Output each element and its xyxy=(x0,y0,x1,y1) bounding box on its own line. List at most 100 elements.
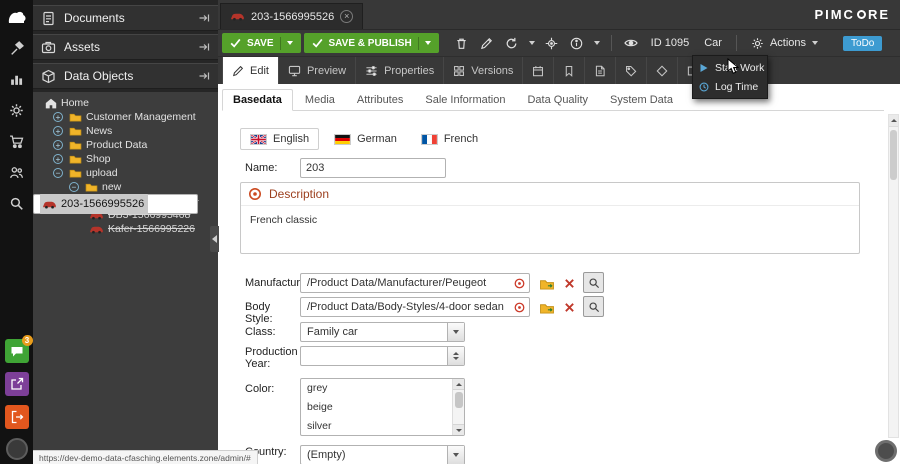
expand-icon[interactable]: + xyxy=(53,126,63,136)
color-option-grey[interactable]: grey xyxy=(301,379,464,398)
rename-button[interactable] xyxy=(476,33,498,53)
color-multiselect[interactable]: grey beige silver xyxy=(300,378,465,436)
manufacturer-open-button[interactable] xyxy=(536,273,557,294)
collapse-icon[interactable]: − xyxy=(69,182,79,192)
select-caret[interactable] xyxy=(447,323,464,341)
tree-item-product-data[interactable]: + Product Data xyxy=(33,138,218,152)
rail-bottom-logo[interactable] xyxy=(6,438,28,460)
settings-gear-icon[interactable] xyxy=(6,99,28,121)
tree-item-upload[interactable]: − upload xyxy=(33,166,218,180)
corner-widget-button[interactable] xyxy=(875,440,897,462)
tab-basedata[interactable]: Basedata xyxy=(222,89,293,111)
select-caret[interactable] xyxy=(447,446,464,464)
tab-bookmarks[interactable] xyxy=(554,57,585,84)
customers-icon[interactable] xyxy=(6,161,28,183)
tab-data-quality[interactable]: Data Quality xyxy=(517,90,598,110)
tab-sale-information[interactable]: Sale Information xyxy=(415,90,515,110)
expand-icon[interactable]: + xyxy=(53,112,63,122)
open-preview-eye-icon[interactable] xyxy=(620,33,642,53)
reload-dropdown-caret[interactable] xyxy=(526,33,538,53)
production-year-spinner[interactable] xyxy=(300,346,465,366)
info-button[interactable] xyxy=(566,33,588,53)
tree-item-new[interactable]: − new xyxy=(33,180,218,194)
pimcore-admin-window: 3 Documents Assets xyxy=(0,0,900,464)
tab-notes-events[interactable] xyxy=(585,57,616,84)
save-button[interactable]: SAVE xyxy=(222,33,301,53)
tab-versions[interactable]: Versions xyxy=(444,57,523,84)
detach-arrow-icon[interactable] xyxy=(198,12,210,24)
sidebar-item-assets[interactable]: Assets xyxy=(33,34,218,60)
chat-button[interactable]: 3 xyxy=(5,339,29,363)
detach-arrow-icon[interactable] xyxy=(198,70,210,82)
scroll-down-button[interactable] xyxy=(453,424,465,435)
tree-item-customer-management[interactable]: + Customer Management xyxy=(33,110,218,124)
tab-preview[interactable]: Preview xyxy=(279,57,356,84)
info-dropdown-caret[interactable] xyxy=(591,33,603,53)
content-scrollbar[interactable] xyxy=(888,114,899,438)
pimcore-logo-icon[interactable] xyxy=(6,6,28,28)
description-panel-header[interactable]: Description xyxy=(241,183,859,206)
tab-attributes[interactable]: Attributes xyxy=(347,90,413,110)
reload-button[interactable] xyxy=(501,33,523,53)
ecommerce-cart-icon[interactable] xyxy=(6,130,28,152)
lang-tab-german[interactable]: German xyxy=(325,128,406,150)
manufacturer-search-button[interactable] xyxy=(583,272,604,293)
description-value[interactable]: French classic xyxy=(241,206,859,234)
save-dropdown-caret[interactable] xyxy=(287,41,293,45)
accordion-label: Data Objects xyxy=(64,69,133,83)
reports-chart-icon[interactable] xyxy=(6,68,28,90)
tab-edit[interactable]: Edit xyxy=(222,57,279,84)
share-button[interactable] xyxy=(5,372,29,396)
tree-item-kafer-1566995226[interactable]: Kafer-1566995226 xyxy=(33,222,218,236)
save-publish-button[interactable]: SAVE & PUBLISH xyxy=(304,33,439,53)
manufacturer-input[interactable]: /Product Data/Manufacturer/Peugeot xyxy=(300,273,530,293)
scroll-thumb[interactable] xyxy=(890,130,897,180)
sidebar-item-documents[interactable]: Documents xyxy=(33,5,218,31)
lang-tab-french[interactable]: French xyxy=(412,128,487,150)
tree-item-news[interactable]: + News xyxy=(33,124,218,138)
tab-system-data[interactable]: System Data xyxy=(600,90,683,110)
color-option-beige[interactable]: beige xyxy=(301,398,464,417)
tab-media[interactable]: Media xyxy=(295,90,345,110)
tab-schedule[interactable] xyxy=(523,57,554,84)
tab-workflow[interactable] xyxy=(647,57,678,84)
tab-tags[interactable] xyxy=(616,57,647,84)
search-icon[interactable] xyxy=(6,192,28,214)
body-style-search-button[interactable] xyxy=(583,296,604,317)
tree-item-203-1566995526[interactable]: 203-1566995526 xyxy=(33,194,198,214)
name-input[interactable] xyxy=(300,158,446,178)
scroll-up-button[interactable] xyxy=(453,379,465,390)
lang-tab-english[interactable]: English xyxy=(240,128,319,150)
locate-in-tree-button[interactable] xyxy=(541,33,563,53)
scroll-thumb[interactable] xyxy=(455,392,463,408)
tab-properties[interactable]: Properties xyxy=(356,57,444,84)
close-icon[interactable]: × xyxy=(340,10,353,23)
menu-item-log-time[interactable]: Log Time xyxy=(693,77,767,96)
body-style-remove-button[interactable] xyxy=(559,297,580,318)
sidebar-item-data-objects[interactable]: Data Objects xyxy=(33,63,218,89)
class-select[interactable]: Family car xyxy=(300,322,465,342)
expand-icon[interactable]: + xyxy=(53,140,63,150)
manufacturer-remove-button[interactable] xyxy=(559,273,580,294)
scroll-up-button[interactable] xyxy=(889,115,898,127)
build-hammer-icon[interactable] xyxy=(6,37,28,59)
remove-x-icon xyxy=(564,278,575,289)
collapse-icon[interactable]: − xyxy=(53,168,63,178)
body-style-input[interactable]: /Product Data/Body-Styles/4-door sedan xyxy=(300,297,530,317)
color-option-silver[interactable]: silver xyxy=(301,417,464,436)
listbox-scrollbar[interactable] xyxy=(452,379,464,435)
delete-button[interactable] xyxy=(451,33,473,53)
sidebar-collapse-handle[interactable] xyxy=(210,226,219,252)
country-select[interactable]: (Empty) xyxy=(300,445,465,464)
spinner-buttons[interactable] xyxy=(447,347,464,365)
tree-item-home[interactable]: Home xyxy=(33,96,218,110)
body-style-open-button[interactable] xyxy=(536,297,557,318)
save-publish-dropdown-caret[interactable] xyxy=(425,41,431,45)
tree-item-shop[interactable]: + Shop xyxy=(33,152,218,166)
actions-dropdown-button[interactable]: Actions xyxy=(745,33,824,53)
object-tab-203[interactable]: 203-1566995526 × xyxy=(220,3,363,29)
expand-icon[interactable]: + xyxy=(53,154,63,164)
detach-arrow-icon[interactable] xyxy=(198,41,210,53)
calendar-icon xyxy=(532,65,544,77)
logout-button[interactable] xyxy=(5,405,29,429)
